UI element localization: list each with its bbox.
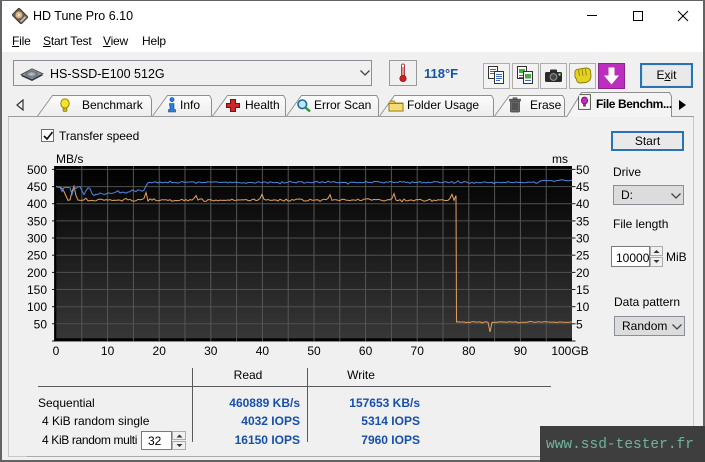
svg-text:50: 50 — [34, 317, 48, 331]
svg-text:10: 10 — [576, 300, 590, 314]
svg-text:500: 500 — [27, 163, 47, 177]
svg-text:100: 100 — [27, 300, 47, 314]
svg-text:35: 35 — [576, 214, 590, 228]
svg-text:45: 45 — [576, 180, 590, 194]
svg-text:70: 70 — [411, 344, 425, 358]
svg-text:10: 10 — [101, 344, 115, 358]
svg-text:ms: ms — [552, 152, 568, 166]
svg-text:20: 20 — [153, 344, 167, 358]
svg-text:5: 5 — [576, 317, 583, 331]
svg-text:350: 350 — [27, 214, 47, 228]
svg-text:200: 200 — [27, 266, 47, 280]
svg-text:20: 20 — [576, 266, 590, 280]
svg-text:400: 400 — [27, 197, 47, 211]
svg-text:50: 50 — [307, 344, 321, 358]
svg-text:450: 450 — [27, 180, 47, 194]
svg-text:300: 300 — [27, 232, 47, 246]
svg-text:25: 25 — [576, 249, 590, 263]
svg-text:50: 50 — [576, 163, 590, 177]
svg-text:40: 40 — [576, 197, 590, 211]
svg-text:40: 40 — [256, 344, 270, 358]
svg-text:30: 30 — [204, 344, 218, 358]
svg-text:30: 30 — [576, 232, 590, 246]
svg-text:0: 0 — [53, 344, 60, 358]
svg-text:MB/s: MB/s — [56, 152, 83, 166]
svg-text:250: 250 — [27, 249, 47, 263]
svg-text:80: 80 — [462, 344, 476, 358]
svg-text:90: 90 — [514, 344, 528, 358]
svg-text:150: 150 — [27, 283, 47, 297]
svg-text:100GB: 100GB — [551, 344, 588, 358]
svg-text:60: 60 — [359, 344, 373, 358]
svg-text:15: 15 — [576, 283, 590, 297]
